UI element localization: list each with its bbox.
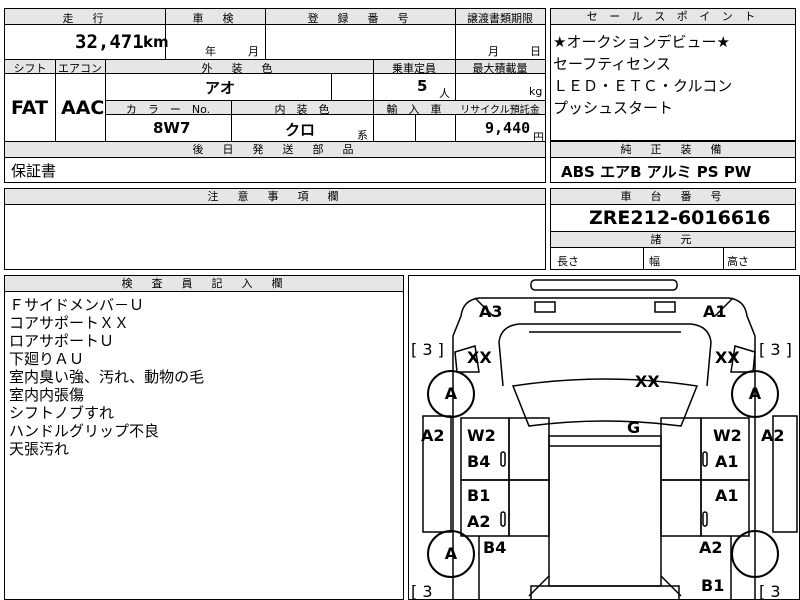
- exterior-header: 外 装 色: [201, 62, 277, 75]
- bracket-left: [ 3 ]: [411, 340, 444, 359]
- mileage-header: 走 行: [62, 12, 108, 25]
- damage-b1-left: B1: [467, 486, 491, 505]
- exterior-value: アオ: [205, 79, 236, 97]
- chassis-value: ZRE212-6016616: [589, 207, 771, 229]
- damage-g: G: [627, 418, 641, 437]
- damage-xx-left: XX: [467, 348, 492, 367]
- damage-a2-left: A2: [421, 426, 445, 445]
- shift-value: FAT: [11, 97, 48, 119]
- damage-a1-top: A1: [703, 302, 727, 321]
- parts-header: 後 日 発 送 部 品: [5, 142, 545, 158]
- capacity-header: 乗車定員: [392, 62, 436, 75]
- sales-line: ＬＥＤ・ＥＴＣ・クルコン: [553, 77, 733, 95]
- tire-front-right: A: [731, 370, 779, 418]
- damage-w2-right: W2: [713, 426, 742, 445]
- tire-front-left: A: [427, 370, 475, 418]
- mileage-value: 32,471: [75, 31, 144, 53]
- color-no-header: カ ラ ー No.: [125, 103, 211, 116]
- tire-label: A: [444, 544, 458, 563]
- load-header: 最大積載量: [472, 62, 528, 75]
- damage-a1-right-door: A1: [715, 486, 739, 505]
- notes-section: 注 意 事 項 欄: [4, 188, 546, 270]
- inspector-section: 検 査 員 記 入 欄 Ｆサイドメンバ－Ｕ コアサポートＸＸ ロアサポートＵ 下…: [4, 275, 404, 600]
- tire-rear-right: [731, 530, 779, 578]
- parts-section: 後 日 発 送 部 品 保証書: [4, 141, 546, 183]
- damage-a2-right: A2: [761, 426, 785, 445]
- transfer-day: 日: [530, 45, 541, 58]
- transfer-header: 譲渡書類期限: [467, 12, 533, 25]
- tire-label: A: [748, 384, 762, 403]
- ac-header: エアコン: [58, 62, 102, 75]
- damage-b4-left: B4: [467, 452, 491, 471]
- chassis-section: 車 台 番 号 ZRE212-6016616 諸 元 長さ 幅 高さ: [550, 188, 796, 270]
- capacity-value: 5: [417, 77, 428, 95]
- import-header: 輸 入 車: [386, 103, 442, 116]
- damage-b4-rear: B4: [483, 538, 507, 557]
- tire-label: A: [444, 384, 458, 403]
- capacity-unit: 人: [439, 87, 450, 100]
- recycle-header: リサイクル預託金: [460, 105, 540, 116]
- tire-rear-left: A: [427, 530, 475, 578]
- sales-line: ★オークションデビュー★: [553, 33, 730, 51]
- transfer-month: 月: [488, 45, 499, 58]
- inspector-line: 天張汚れ: [9, 440, 70, 458]
- registration-header: 登 録 番 号: [307, 12, 413, 25]
- parts-value: 保証書: [11, 162, 57, 180]
- length-label: 長さ: [557, 255, 579, 268]
- sales-header: セ ー ル ス ポ イ ン ト: [551, 9, 795, 25]
- color-no-value: 8W7: [153, 119, 191, 137]
- inspector-header: 検 査 員 記 入 欄: [5, 276, 403, 292]
- damage-a2-rear: A2: [699, 538, 723, 557]
- ac-value: AAC: [61, 97, 105, 119]
- sales-line: セーフティセンス: [553, 55, 671, 73]
- inspection-month: 月: [248, 45, 259, 58]
- car-diagram: A A A A3 A1 [ 3 ] [ 3 ] XX XX XX A2 A2 W…: [408, 275, 800, 600]
- bracket-right: [ 3 ]: [759, 340, 792, 359]
- notes-header: 注 意 事 項 欄: [5, 189, 545, 205]
- damage-xx-hood: XX: [635, 372, 660, 391]
- recycle-value: 9,440: [485, 119, 531, 137]
- interior-header: 内 装 色: [274, 103, 330, 116]
- load-unit: kg: [529, 85, 543, 98]
- mileage-unit: km: [143, 33, 169, 51]
- width-label: 幅: [649, 255, 660, 268]
- sales-points: セ ー ル ス ポ イ ン ト ★オークションデビュー★ セーフティセンス ＬＥ…: [550, 8, 796, 141]
- damage-a3: A3: [479, 302, 503, 321]
- shift-header: シフト: [13, 62, 47, 75]
- sales-line: プッシュスタート: [553, 99, 674, 117]
- damage-a1-right: A1: [715, 452, 739, 471]
- equipment-section: 純 正 装 備 ABS エアB アルミ PS PW: [550, 141, 796, 183]
- inspection-year: 年: [205, 45, 216, 58]
- chassis-header: 車 台 番 号: [551, 189, 795, 205]
- bracket-bottom-right: [ 3: [759, 582, 781, 600]
- dims-header: 諸 元: [551, 232, 795, 248]
- bracket-bottom-left: [ 3: [411, 582, 433, 600]
- equipment-header: 純 正 装 備: [551, 142, 795, 158]
- vehicle-info-table: 走 行 車 検 登 録 番 号 譲渡書類期限 32,471 km 年 月 月 日…: [4, 8, 546, 144]
- damage-xx-right: XX: [715, 348, 740, 367]
- height-label: 高さ: [727, 255, 749, 268]
- equipment-value: ABS エアB アルミ PS PW: [561, 163, 752, 181]
- inspection-header: 車 検: [192, 12, 238, 25]
- interior-value: クロ: [285, 121, 316, 139]
- damage-w2-left: W2: [467, 426, 496, 445]
- damage-b1-rear: B1: [701, 576, 725, 595]
- damage-a2-left-door: A2: [467, 512, 491, 531]
